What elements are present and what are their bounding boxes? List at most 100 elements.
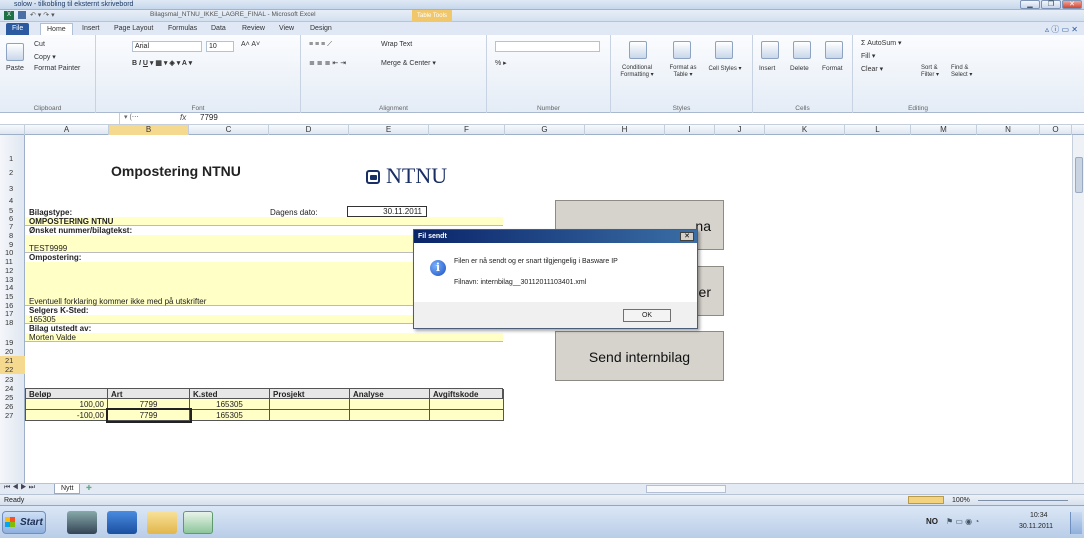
ok-button[interactable]: OK (623, 309, 671, 322)
number-format-select[interactable] (495, 41, 600, 52)
tab-view[interactable]: View (273, 23, 300, 35)
tab-insert[interactable]: Insert (76, 23, 106, 35)
row-header[interactable]: 3 (0, 184, 25, 193)
column-header[interactable]: D (269, 125, 349, 135)
column-header[interactable]: K (765, 125, 845, 135)
name-box[interactable] (0, 113, 120, 124)
paste-icon[interactable] (6, 43, 24, 61)
new-sheet-icon[interactable]: ✚ (86, 484, 92, 492)
font-size-select[interactable]: 10 (206, 41, 234, 52)
scroll-thumb[interactable] (1075, 157, 1083, 193)
align-left-icon[interactable]: ≣ ≣ ≣ ⇤ ⇥ (309, 59, 346, 67)
insert-cells-icon[interactable] (761, 41, 779, 59)
column-header[interactable]: A (25, 125, 109, 135)
font-grow-icon[interactable]: A˄ A˅ (241, 41, 260, 48)
row-header[interactable]: 12 (0, 266, 25, 275)
explorer-icon[interactable] (147, 511, 177, 534)
table-cell[interactable]: 7799 (108, 399, 190, 410)
vertical-scrollbar[interactable] (1072, 135, 1084, 483)
view-buttons[interactable] (908, 496, 944, 504)
delete-cells-icon[interactable] (793, 41, 811, 59)
row-header[interactable]: 22 (0, 365, 25, 374)
copy-button[interactable]: Copy ▾ (34, 53, 56, 61)
cell-styles-icon[interactable] (715, 41, 733, 59)
paste-button[interactable]: Paste (6, 65, 24, 72)
row-header[interactable]: 18 (0, 318, 25, 327)
row-header[interactable]: 24 (0, 384, 25, 393)
column-header[interactable]: I (665, 125, 715, 135)
table-cell[interactable]: 100,00 (26, 399, 108, 410)
row-header[interactable]: 11 (0, 257, 25, 266)
table-cell[interactable]: 165305 (190, 399, 270, 410)
row-header[interactable]: 15 (0, 292, 25, 301)
column-header[interactable]: C (189, 125, 269, 135)
dato-field[interactable]: 30.11.2011 (347, 206, 427, 217)
table-cell[interactable] (430, 410, 504, 421)
column-header[interactable]: H (585, 125, 665, 135)
cut-button[interactable]: Cut (34, 41, 45, 48)
tab-formulas[interactable]: Formulas (162, 23, 203, 35)
percent-icon[interactable]: % ▸ (495, 59, 507, 67)
sheet-tab-nytt[interactable]: Nytt (54, 484, 81, 494)
row-header[interactable]: 8 (0, 231, 25, 240)
formula-input[interactable]: 7799 (200, 113, 218, 122)
maximize-button[interactable]: ❐ (1041, 0, 1061, 9)
column-header[interactable]: O (1040, 125, 1072, 135)
column-header[interactable]: B (109, 125, 189, 135)
tab-data[interactable]: Data (205, 23, 232, 35)
undo-icon[interactable]: ↶ ▾ ↷ ▾ (30, 11, 55, 19)
column-header[interactable]: G (505, 125, 585, 135)
sort-filter-button[interactable]: Sort & Filter ▾ (921, 65, 949, 78)
row-header[interactable]: 14 (0, 283, 25, 292)
language-indicator[interactable]: NO (926, 517, 938, 526)
row-header[interactable]: 20 (0, 347, 25, 356)
row-header[interactable]: 17 (0, 309, 25, 318)
row-header[interactable]: 4 (0, 196, 25, 205)
powershell-icon[interactable] (107, 511, 137, 534)
column-header[interactable]: L (845, 125, 911, 135)
formula-dropdown-icon[interactable]: ▾ (⋯ (124, 113, 139, 121)
table-cell[interactable]: 165305 (190, 410, 270, 421)
conditional-formatting-icon[interactable] (629, 41, 647, 59)
utstedt-field[interactable] (25, 333, 503, 342)
tab-file[interactable]: File (6, 23, 30, 35)
show-desktop-button[interactable] (1070, 512, 1082, 534)
column-header[interactable]: J (715, 125, 765, 135)
insert-button[interactable]: Insert (759, 65, 775, 72)
format-as-table-button[interactable]: Format as Table ▾ (663, 65, 703, 78)
table-cell-selected[interactable]: 7799 (106, 408, 192, 423)
sheet-nav-icon[interactable]: ⏮ ◀ ▶ ⏭ (4, 484, 35, 492)
delete-button[interactable]: Delete (790, 65, 809, 72)
find-select-button[interactable]: Find & Select ▾ (951, 65, 981, 78)
row-header[interactable]: 7 (0, 222, 25, 231)
autosum-button[interactable]: Σ AutoSum ▾ (861, 39, 902, 47)
align-top-icon[interactable]: ≡ ≡ ≡ ⟋ (309, 41, 332, 49)
zoom-slider[interactable] (978, 500, 1068, 501)
column-header[interactable]: E (349, 125, 429, 135)
dialog-close-button[interactable]: ✕ (680, 232, 694, 241)
row-header[interactable]: 26 (0, 402, 25, 411)
fill-button[interactable]: Fill ▾ (861, 52, 875, 60)
table-cell[interactable] (430, 399, 504, 410)
clear-button[interactable]: Clear ▾ (861, 65, 883, 73)
select-all-corner[interactable] (0, 125, 25, 135)
font-name-select[interactable]: Arial (132, 41, 202, 52)
send-internbilag-button[interactable]: Send internbilag (555, 331, 724, 381)
row-header[interactable]: 23 (0, 375, 25, 384)
save-icon[interactable] (18, 11, 26, 19)
column-header[interactable]: N (977, 125, 1040, 135)
column-header[interactable]: F (429, 125, 505, 135)
format-cells-icon[interactable] (825, 41, 843, 59)
merge-center-button[interactable]: Merge & Center ▾ (381, 59, 436, 67)
row-header[interactable]: 2 (0, 168, 25, 177)
table-cell[interactable] (350, 410, 430, 421)
row-header[interactable]: 19 (0, 338, 25, 347)
minimize-button[interactable]: ▁ (1020, 0, 1040, 9)
bold-icon[interactable]: B I U ▾ ▦ ▾ ◈ ▾ A ▾ (132, 59, 192, 67)
fx-icon[interactable]: fx (180, 113, 186, 122)
table-cell[interactable]: -100,00 (26, 410, 108, 421)
server-manager-icon[interactable] (67, 511, 97, 534)
cell-styles-button[interactable]: Cell Styles ▾ (707, 65, 743, 72)
table-cell[interactable] (270, 399, 350, 410)
tab-design[interactable]: Design (304, 23, 338, 35)
